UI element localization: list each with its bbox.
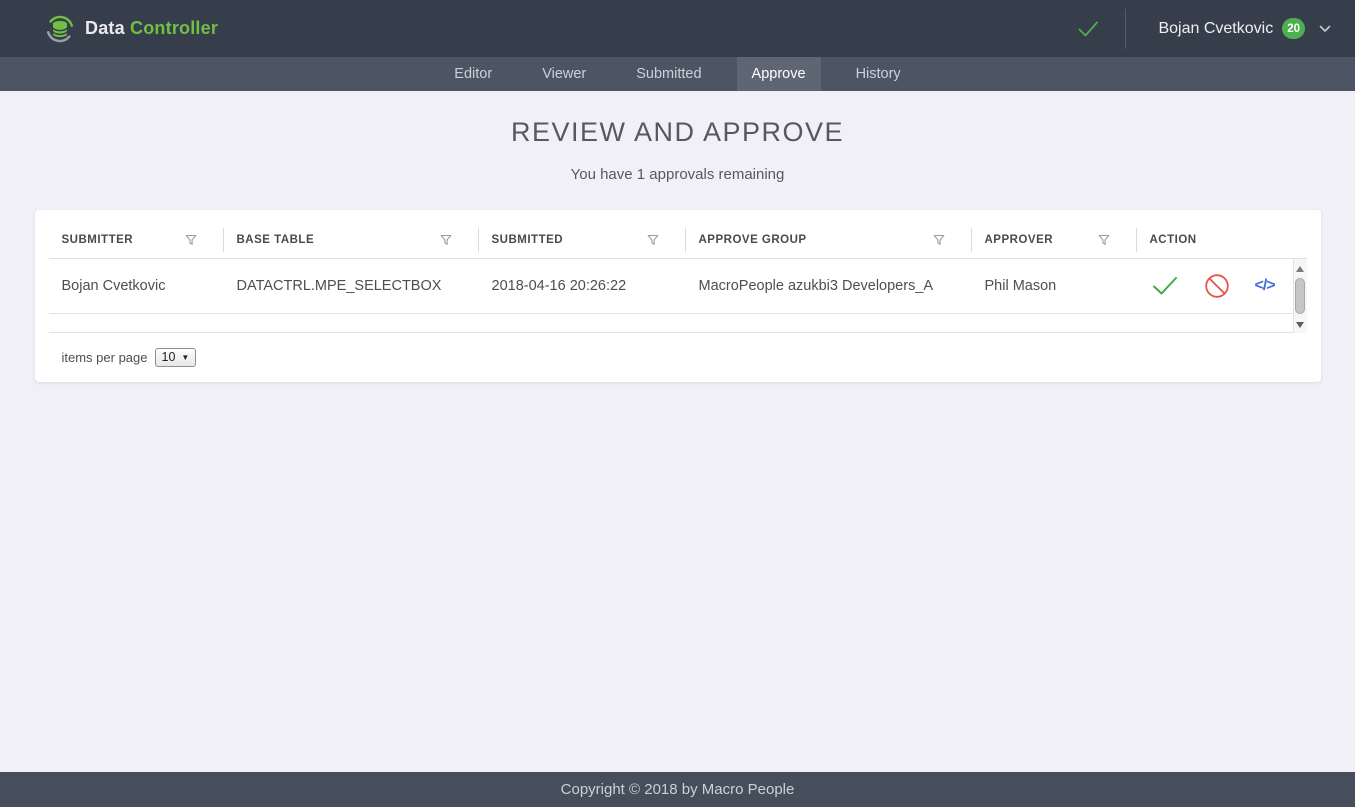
scroll-down-arrow-icon[interactable]	[1296, 322, 1304, 328]
cell-approve-group: MacroPeople azukbi3 Developers_A	[685, 278, 971, 294]
column-header-approve-group[interactable]: APPROVE GROUP	[685, 222, 971, 258]
user-name: Bojan Cvetkovic	[1158, 20, 1273, 38]
table-row: Bojan Cvetkovic DATACTRL.MPE_SELECTBOX 2…	[49, 259, 1293, 314]
table-empty-row	[49, 314, 1293, 333]
column-label: SUBMITTER	[62, 234, 134, 246]
approvals-table-card: SUBMITTER BASE TABLE SUBMITTED	[35, 210, 1321, 382]
logo-text-primary: Data	[85, 18, 125, 38]
column-label: BASE TABLE	[237, 234, 315, 246]
approvals-badge: 20	[1282, 18, 1305, 39]
scrollbar-thumb[interactable]	[1295, 278, 1305, 314]
page: Data Controller Bojan Cvetkovic 20 Edi	[0, 0, 1355, 807]
filter-icon[interactable]	[440, 234, 452, 246]
chevron-down-icon	[1319, 25, 1331, 33]
filter-icon[interactable]	[185, 234, 197, 246]
column-header-approver[interactable]: APPROVER	[971, 222, 1136, 258]
app-header: Data Controller Bojan Cvetkovic 20	[0, 0, 1355, 57]
reject-ban-icon[interactable]	[1204, 273, 1230, 299]
column-label: SUBMITTED	[492, 234, 564, 246]
copyright-text: Copyright © 2018 by Macro People	[561, 781, 795, 798]
main-nav: Editor Viewer Submitted Approve History	[0, 57, 1355, 91]
status-check-icon[interactable]	[1075, 16, 1101, 42]
items-per-page-value: 10	[162, 350, 176, 364]
cell-actions: </>	[1136, 273, 1293, 299]
table-header-row: SUBMITTER BASE TABLE SUBMITTED	[49, 222, 1307, 259]
topbar-right: Bojan Cvetkovic 20	[1075, 9, 1331, 49]
main-content: REVIEW AND APPROVE You have 1 approvals …	[0, 91, 1355, 772]
tab-submitted[interactable]: Submitted	[621, 57, 716, 91]
approvals-table: SUBMITTER BASE TABLE SUBMITTED	[49, 222, 1307, 333]
column-label: ACTION	[1150, 234, 1197, 246]
user-menu[interactable]: Bojan Cvetkovic 20	[1158, 18, 1331, 39]
column-label: APPROVE GROUP	[699, 234, 807, 246]
column-header-submitter[interactable]: SUBMITTER	[49, 222, 223, 258]
tab-history[interactable]: History	[841, 57, 916, 91]
app-logo[interactable]: Data Controller	[45, 14, 218, 44]
items-per-page-label: items per page	[62, 350, 148, 365]
filter-icon[interactable]	[933, 234, 945, 246]
app-footer: Copyright © 2018 by Macro People	[0, 772, 1355, 807]
column-label: APPROVER	[985, 234, 1054, 246]
cell-approver: Phil Mason	[971, 278, 1136, 294]
cell-base-table: DATACTRL.MPE_SELECTBOX	[223, 278, 478, 294]
logo-text: Data Controller	[85, 18, 218, 39]
tab-viewer[interactable]: Viewer	[527, 57, 601, 91]
items-per-page-select[interactable]: 10 ▼	[155, 348, 197, 367]
approvals-remaining-text: You have 1 approvals remaining	[0, 166, 1355, 183]
cell-submitter: Bojan Cvetkovic	[49, 278, 223, 294]
column-header-base-table[interactable]: BASE TABLE	[223, 222, 478, 258]
approve-check-icon[interactable]	[1151, 275, 1179, 297]
database-sync-icon	[45, 14, 75, 44]
code-label: </>	[1255, 277, 1275, 295]
view-code-icon[interactable]: </>	[1255, 277, 1275, 295]
tab-approve[interactable]: Approve	[737, 57, 821, 91]
pagination-bar: items per page 10 ▼	[49, 333, 1307, 382]
column-header-action: ACTION	[1136, 222, 1293, 258]
filter-icon[interactable]	[1098, 234, 1110, 246]
topbar-divider	[1125, 9, 1126, 49]
select-arrow-icon: ▼	[181, 353, 189, 362]
column-header-submitted[interactable]: SUBMITTED	[478, 222, 685, 258]
table-body: Bojan Cvetkovic DATACTRL.MPE_SELECTBOX 2…	[49, 259, 1307, 333]
table-scrollbar[interactable]	[1293, 259, 1307, 333]
filter-icon[interactable]	[647, 234, 659, 246]
logo-text-secondary: Controller	[130, 18, 218, 38]
scroll-up-arrow-icon[interactable]	[1296, 266, 1304, 272]
page-title: REVIEW AND APPROVE	[0, 117, 1355, 148]
cell-submitted: 2018-04-16 20:26:22	[478, 278, 685, 294]
tab-editor[interactable]: Editor	[439, 57, 507, 91]
